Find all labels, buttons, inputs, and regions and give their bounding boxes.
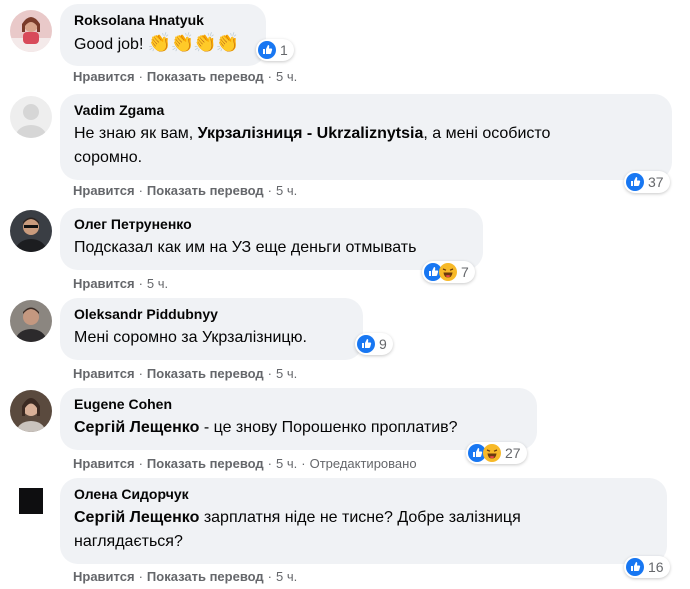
reaction-count[interactable]: 9 — [355, 333, 393, 355]
like-link[interactable]: Нравится — [73, 183, 135, 198]
reaction-count[interactable]: 27 — [466, 442, 527, 464]
comment-time[interactable]: 5 ч. — [276, 366, 297, 381]
like-icon — [258, 41, 276, 59]
comment-actions: Нравится · Показать перевод · 5 ч. — [73, 366, 298, 381]
comment-text: Не знаю як вам, Укрзалізниця - Ukrzalizn… — [74, 122, 660, 146]
comment-author[interactable]: Олена Сидорчук — [74, 486, 655, 503]
comment-text: Подсказал как им на УЗ еще деньги отмыва… — [74, 239, 417, 256]
comment-time[interactable]: 5 ч. — [276, 69, 297, 84]
haha-icon — [483, 444, 501, 462]
clapping-hands-emoji: 👏👏👏👏 — [147, 33, 240, 54]
comment-author[interactable]: Roksolana Hnatyuk — [74, 12, 254, 29]
comment-author[interactable]: Oleksandr Piddubnyy — [74, 306, 351, 323]
reaction-count-value: 7 — [461, 264, 469, 280]
like-icon — [626, 558, 644, 576]
translate-link[interactable]: Показать перевод — [147, 183, 264, 198]
reaction-count-value: 1 — [280, 42, 288, 58]
comment-time[interactable]: 5 ч. — [276, 183, 297, 198]
comment-actions: Нравится · 5 ч. — [73, 276, 169, 291]
comment-bubble: Vadim Zgama Не знаю як вам, Укрзалізниця… — [60, 94, 672, 180]
translate-link[interactable]: Показать перевод — [147, 69, 264, 84]
comment-text-body: зарплатня ніде не тисне? Добре залізниця — [199, 509, 521, 526]
comment-bubble: Олена Сидорчук Сергій Лещенко зарплатня … — [60, 478, 667, 564]
comment-author[interactable]: Vadim Zgama — [74, 102, 660, 119]
comment-actions: Нравится · Показать перевод · 5 ч. — [73, 569, 298, 584]
comment-actions: Нравится · Показать перевод · 5 ч. — [73, 183, 298, 198]
comment-text-body: - це знову Порошенко проплатив? — [199, 419, 458, 436]
reaction-count-value: 16 — [648, 559, 664, 575]
comment-bubble: Олег Петруненко Подсказал как им на УЗ е… — [60, 208, 483, 270]
comment-text: Сергій Лещенко - це знову Порошенко проп… — [74, 416, 525, 440]
comment-text-line2: соромно. — [74, 149, 143, 166]
like-link[interactable]: Нравится — [73, 456, 135, 471]
like-link[interactable]: Нравится — [73, 69, 135, 84]
reaction-count-value: 27 — [505, 445, 521, 461]
comment-time[interactable]: 5 ч. — [147, 276, 168, 291]
comment-time[interactable]: 5 ч. — [276, 456, 297, 471]
comment-text-part: , а мені особисто — [423, 125, 551, 142]
comment-bubble: Eugene Cohen Сергій Лещенко - це знову П… — [60, 388, 537, 450]
mention-link[interactable]: Сергій Лещенко — [74, 509, 199, 526]
comment-actions: Нравится · Показать перевод · 5 ч. — [73, 69, 298, 84]
mention-link[interactable]: Сергій Лещенко — [74, 419, 199, 436]
comment-actions: Нравится · Показать перевод · 5 ч. · Отредакти… — [73, 456, 417, 471]
comment-time[interactable]: 5 ч. — [276, 569, 297, 584]
like-link[interactable]: Нравится — [73, 366, 135, 381]
translate-link[interactable]: Показать перевод — [147, 366, 264, 381]
reaction-count-value: 37 — [648, 174, 664, 190]
comment-bubble: Oleksandr Piddubnyy Мені соромно за Укрз… — [60, 298, 363, 360]
avatar[interactable] — [10, 390, 52, 432]
avatar[interactable] — [10, 210, 52, 252]
like-icon — [626, 173, 644, 191]
comment-author[interactable]: Eugene Cohen — [74, 396, 525, 413]
like-link[interactable]: Нравится — [73, 569, 135, 584]
reaction-count[interactable]: 1 — [256, 39, 294, 61]
like-link[interactable]: Нравится — [73, 276, 135, 291]
comment-text-part: Не знаю як вам, — [74, 125, 198, 142]
avatar[interactable] — [10, 10, 52, 52]
comment-text: Мені соромно за Укрзалізницю. — [74, 329, 307, 346]
reaction-count[interactable]: 7 — [422, 261, 475, 283]
like-icon — [357, 335, 375, 353]
edited-label: Отредактировано — [309, 456, 417, 471]
reaction-count[interactable]: 37 — [624, 171, 670, 193]
comment-text: Good job! 👏👏👏👏 — [74, 32, 254, 57]
translate-link[interactable]: Показать перевод — [147, 569, 264, 584]
comment-author[interactable]: Олег Петруненко — [74, 216, 471, 233]
reaction-count-value: 9 — [379, 336, 387, 352]
translate-link[interactable]: Показать перевод — [147, 456, 264, 471]
avatar[interactable] — [10, 96, 52, 138]
comment-text-line2: наглядається? — [74, 533, 183, 550]
avatar[interactable] — [10, 300, 52, 342]
haha-icon — [439, 263, 457, 281]
mention-link[interactable]: Укрзалізниця - Ukrzaliznytsia — [198, 125, 424, 142]
comment-bubble: Roksolana Hnatyuk Good job! 👏👏👏👏 — [60, 4, 266, 66]
avatar[interactable] — [10, 480, 52, 522]
comment-text: Сергій Лещенко зарплатня ніде не тисне? … — [74, 506, 655, 530]
reaction-count[interactable]: 16 — [624, 556, 670, 578]
comment-text-body: Good job! — [74, 36, 144, 53]
